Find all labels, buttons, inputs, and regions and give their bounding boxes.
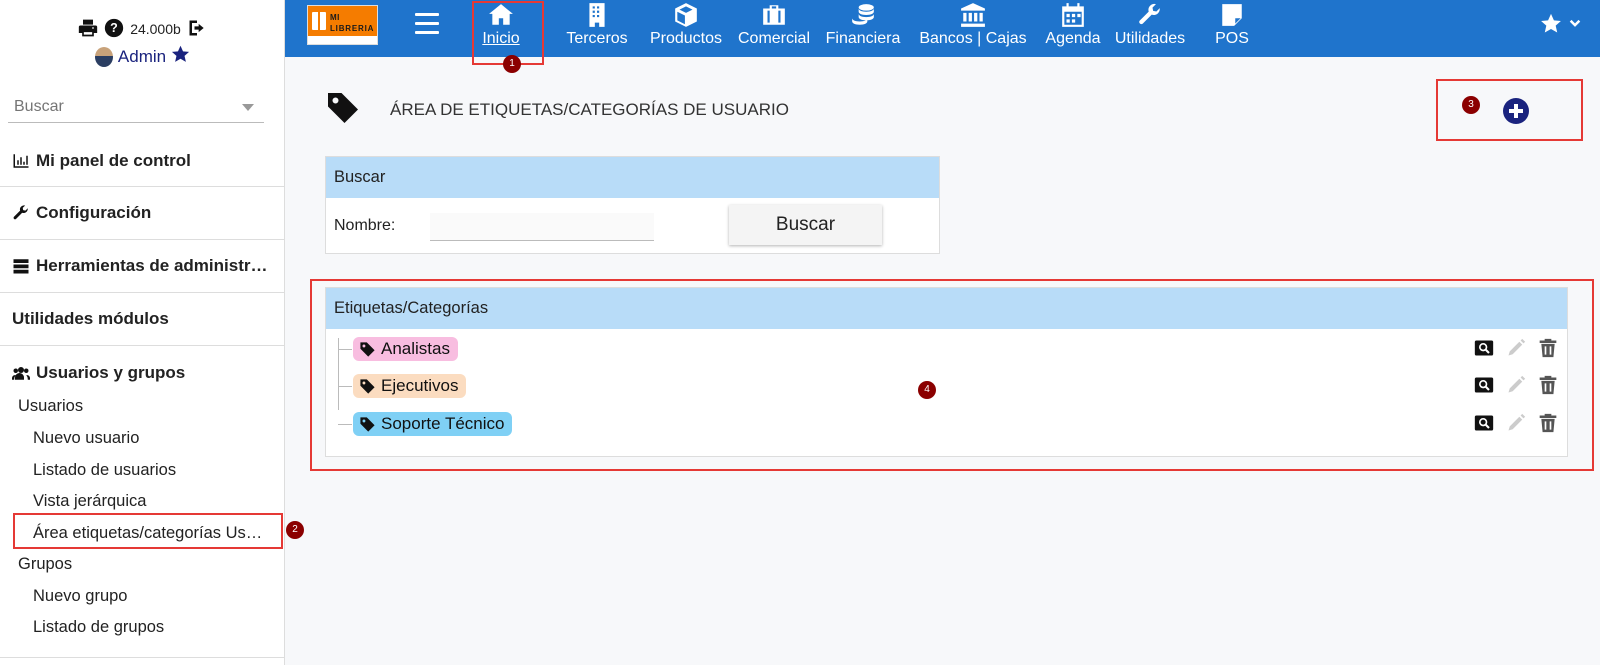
briefcase-icon bbox=[734, 0, 814, 30]
menu-icon[interactable] bbox=[415, 13, 439, 35]
sidebar-item-users-groups[interactable]: Usuarios y grupos bbox=[0, 358, 285, 388]
bank-icon bbox=[917, 0, 1029, 30]
sidebar-link-listado-usuarios[interactable]: Listado de usuarios bbox=[33, 461, 176, 480]
annotation-box bbox=[1436, 79, 1583, 141]
nav-comercial[interactable]: Comercial bbox=[734, 0, 814, 57]
nav-agenda[interactable]: Agenda bbox=[1040, 0, 1106, 57]
page-title: ÁREA DE ETIQUETAS/CATEGORÍAS DE USUARIO bbox=[390, 100, 789, 119]
name-label: Nombre: bbox=[334, 217, 396, 234]
note-icon bbox=[1205, 0, 1259, 30]
divider bbox=[0, 657, 285, 658]
sidebar-item-panel[interactable]: Mi panel de control bbox=[0, 135, 285, 187]
search-panel-heading: Buscar bbox=[326, 157, 939, 198]
help-icon[interactable]: ? bbox=[104, 18, 124, 41]
search-panel: Buscar Nombre: Buscar bbox=[325, 156, 940, 254]
wrench-icon bbox=[1110, 0, 1190, 30]
nav-pos[interactable]: POS bbox=[1205, 0, 1259, 57]
annotation-badge: 2 bbox=[286, 521, 304, 539]
nav-terceros[interactable]: Terceros bbox=[561, 0, 633, 57]
sidebar: ? 24.000b Admin Mi panel de control Conf… bbox=[0, 0, 285, 665]
coins-icon bbox=[822, 0, 904, 30]
nav-bancos-cajas[interactable]: Bancos | Cajas bbox=[917, 0, 1029, 57]
book-icon bbox=[312, 12, 326, 30]
sidebar-item-utilities[interactable]: Utilidades módulos bbox=[0, 293, 285, 346]
sidebar-item-config[interactable]: Configuración bbox=[0, 187, 285, 240]
nav-financiera[interactable]: Financiera bbox=[822, 0, 904, 57]
sidebar-search[interactable] bbox=[8, 93, 264, 123]
sidebar-link-nuevo-usuario[interactable]: Nuevo usuario bbox=[33, 429, 139, 448]
logout-icon[interactable] bbox=[187, 18, 207, 41]
annotation-badge: 4 bbox=[918, 381, 936, 399]
tag-header-icon bbox=[325, 90, 361, 126]
nav-productos[interactable]: Productos bbox=[645, 0, 727, 57]
annotation-badge: 1 bbox=[503, 55, 521, 73]
sidebar-link-nuevo-grupo[interactable]: Nuevo grupo bbox=[33, 587, 127, 606]
nav-utilidades[interactable]: Utilidades bbox=[1110, 0, 1190, 57]
avatar[interactable] bbox=[94, 47, 113, 67]
bar-chart-icon bbox=[13, 153, 29, 168]
sidebar-link-listado-grupos[interactable]: Listado de grupos bbox=[33, 618, 164, 637]
server-icon bbox=[13, 259, 29, 274]
annotation-box bbox=[310, 279, 1594, 471]
sidebar-link-vista-jerarquica[interactable]: Vista jerárquica bbox=[33, 492, 146, 511]
wrench-icon bbox=[13, 205, 28, 220]
star-icon[interactable] bbox=[171, 45, 190, 69]
sidebar-item-tools[interactable]: Herramientas de administr… bbox=[0, 240, 285, 293]
search-button[interactable]: Buscar bbox=[729, 205, 882, 245]
box-icon bbox=[645, 0, 727, 30]
sidebar-search-input[interactable] bbox=[8, 93, 238, 121]
user-name-link[interactable]: Admin bbox=[118, 47, 166, 67]
svg-text:?: ? bbox=[110, 21, 118, 35]
users-icon bbox=[12, 367, 30, 380]
sidebar-link-usuarios[interactable]: Usuarios bbox=[18, 397, 83, 416]
annotation-box bbox=[13, 513, 283, 549]
balance-text: 24.000b bbox=[130, 21, 181, 37]
print-icon[interactable] bbox=[78, 18, 98, 41]
calendar-icon bbox=[1040, 0, 1106, 30]
bookmarks-menu[interactable] bbox=[1540, 13, 1582, 35]
chevron-down-icon[interactable] bbox=[242, 104, 254, 111]
star-icon bbox=[1541, 13, 1561, 33]
logo[interactable]: MI LIBRERIA bbox=[307, 5, 378, 45]
chevron-down-icon bbox=[1569, 19, 1581, 27]
annotation-badge: 3 bbox=[1462, 96, 1480, 114]
name-input[interactable] bbox=[430, 213, 654, 241]
building-icon bbox=[561, 0, 633, 30]
sidebar-header: ? 24.000b Admin bbox=[0, 18, 285, 69]
sidebar-link-grupos[interactable]: Grupos bbox=[18, 555, 72, 574]
